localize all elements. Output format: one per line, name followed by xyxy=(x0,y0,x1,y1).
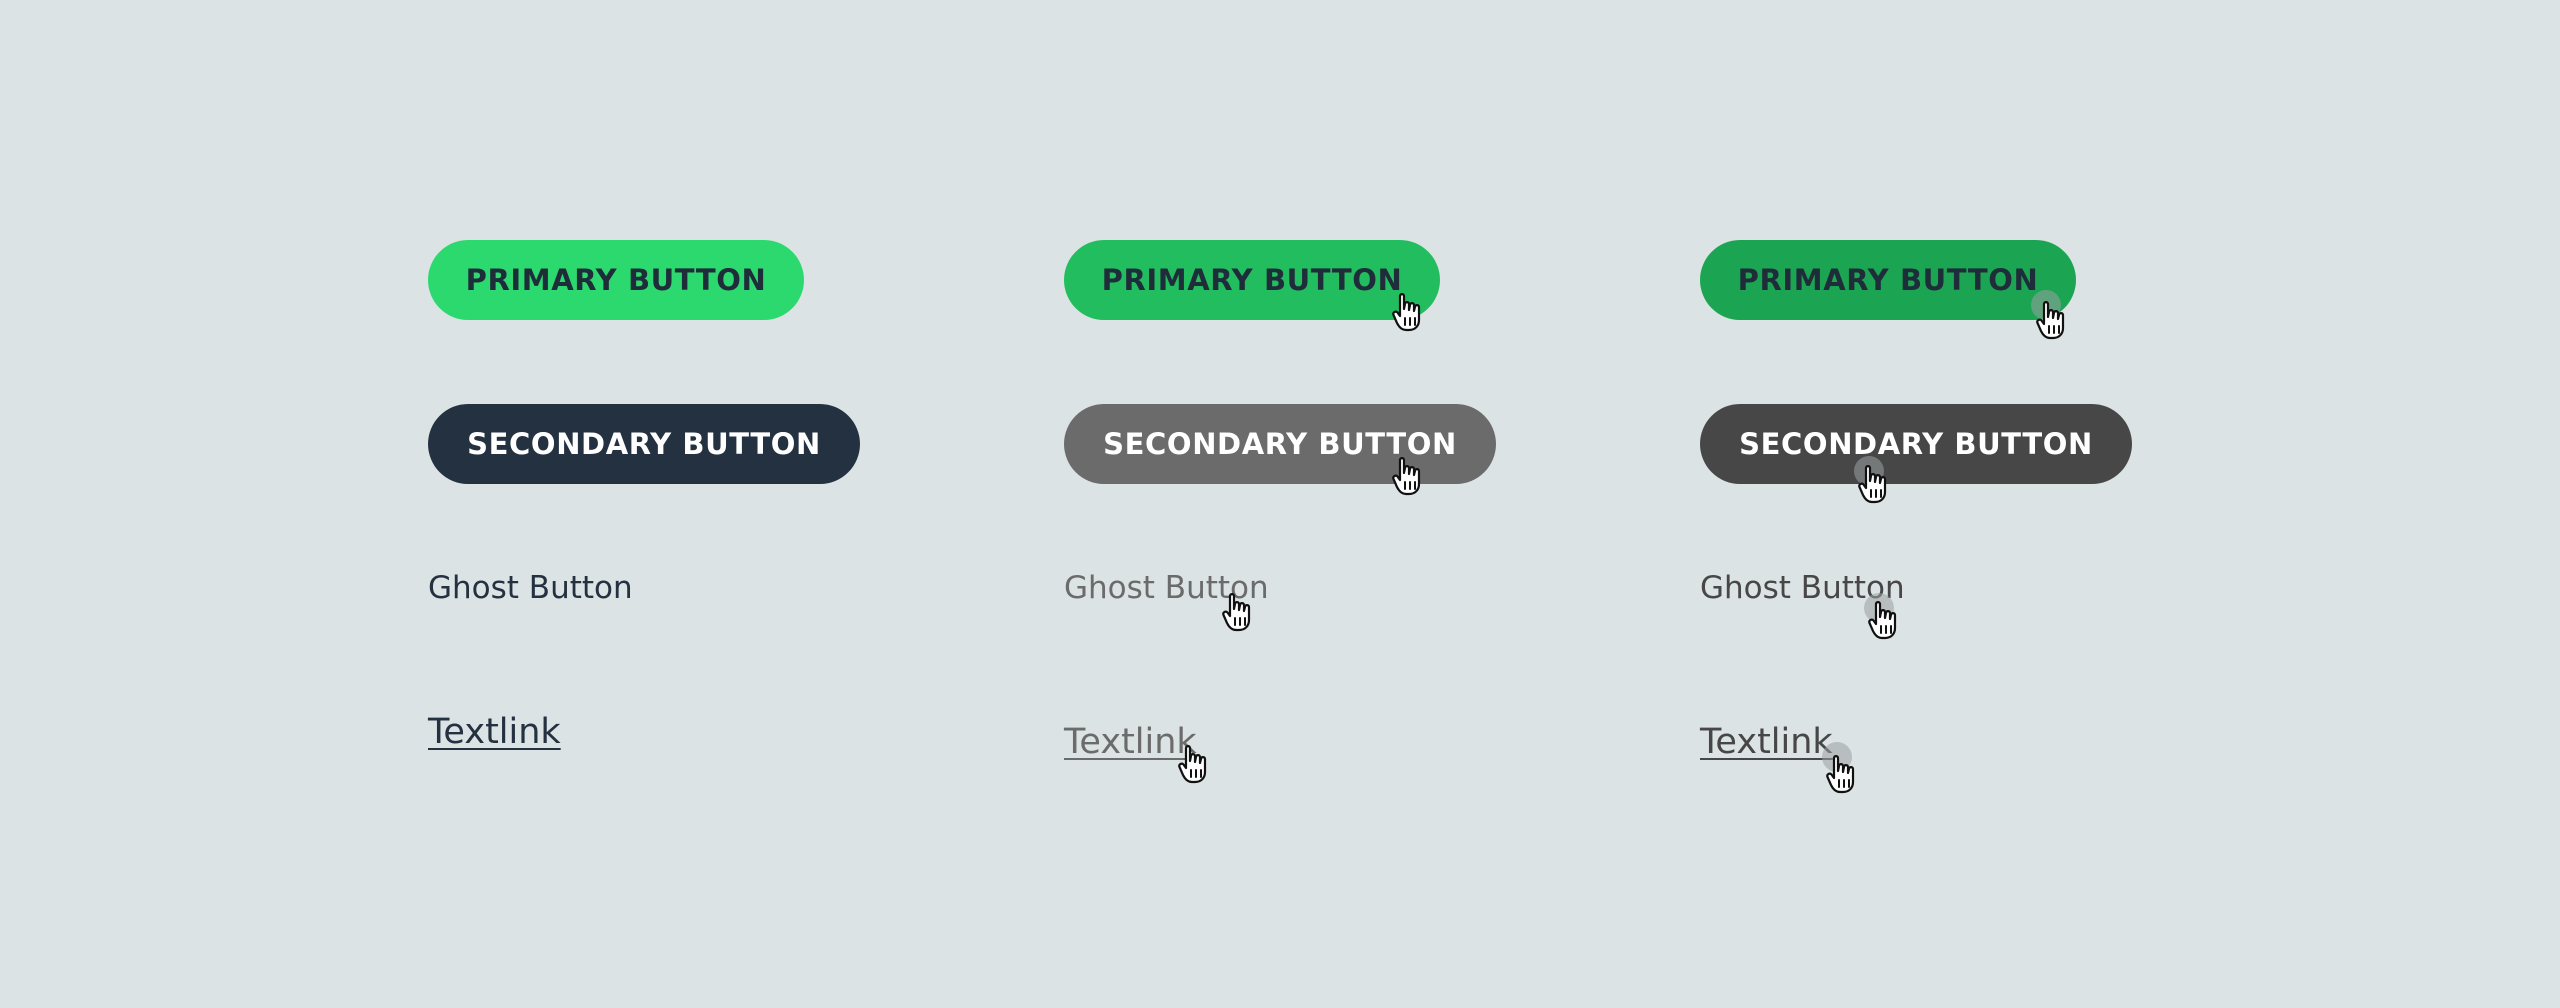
textlink-default[interactable]: Textlink xyxy=(428,712,561,752)
secondary-button-pressed[interactable]: SECONDARY BUTTON xyxy=(1700,404,2132,484)
hand-pointer-icon xyxy=(1858,465,1887,504)
secondary-button-hover[interactable]: SECONDARY BUTTON xyxy=(1064,404,1496,484)
hand-pointer-icon xyxy=(1392,457,1421,496)
textlink-label: Textlink xyxy=(1700,722,1833,762)
ghost-button-label: Ghost Button xyxy=(428,570,633,606)
secondary-button-label: SECONDARY BUTTON xyxy=(1739,427,2093,461)
primary-button-label: PRIMARY BUTTON xyxy=(465,263,767,297)
textlink-label: Textlink xyxy=(1064,722,1197,762)
secondary-button-label: SECONDARY BUTTON xyxy=(467,427,821,461)
hand-pointer-icon xyxy=(1868,601,1897,640)
hand-pointer-icon xyxy=(1826,755,1855,794)
hand-pointer-icon xyxy=(1222,593,1251,632)
hand-pointer-icon xyxy=(1392,293,1421,332)
textlink-label: Textlink xyxy=(428,712,561,752)
textlink-hover[interactable]: Textlink xyxy=(1064,722,1197,762)
secondary-button-default[interactable]: SECONDARY BUTTON xyxy=(428,404,860,484)
primary-button-label: PRIMARY BUTTON xyxy=(1737,263,2039,297)
hand-pointer-icon xyxy=(2036,301,2065,340)
hand-pointer-icon xyxy=(1178,745,1207,784)
primary-button-default[interactable]: PRIMARY BUTTON xyxy=(428,240,804,320)
primary-button-hover[interactable]: PRIMARY BUTTON xyxy=(1064,240,1440,320)
textlink-pressed[interactable]: Textlink xyxy=(1700,722,1833,762)
primary-button-label: PRIMARY BUTTON xyxy=(1101,263,1403,297)
ghost-button-default[interactable]: Ghost Button xyxy=(428,570,633,606)
primary-button-pressed[interactable]: PRIMARY BUTTON xyxy=(1700,240,2076,320)
